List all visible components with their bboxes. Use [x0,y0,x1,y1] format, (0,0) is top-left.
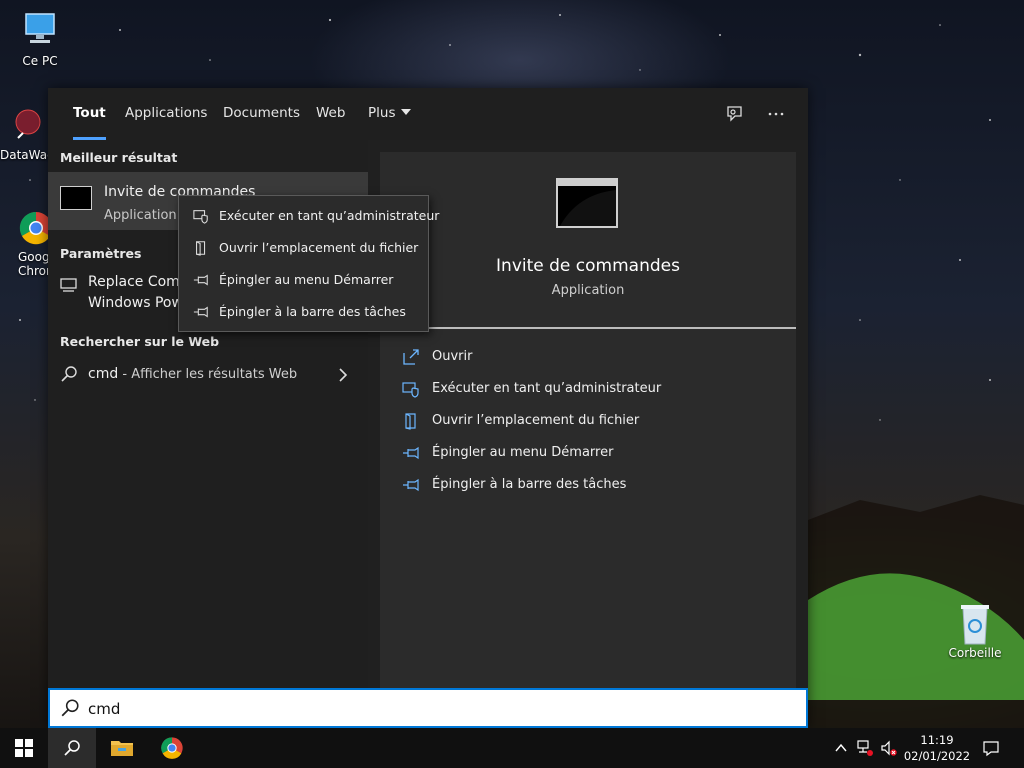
context-open-file-location-label: Ouvrir l’emplacement du fichier [219,240,419,255]
network-icon[interactable] [856,739,874,757]
pin-icon [193,274,208,286]
file-location-icon [405,413,416,430]
command-prompt-large-icon [556,178,618,228]
more-options-icon[interactable] [766,104,786,124]
web-result-item[interactable]: cmd - Afficher les résultats Web [48,360,368,390]
search-input[interactable] [88,699,788,719]
preview-subtitle: Application [551,283,625,298]
search-icon [61,699,79,717]
start-button[interactable] [0,728,48,768]
context-pin-to-taskbar-label: Épingler à la barre des tâches [219,304,406,319]
tab-more-label: Plus [368,105,396,121]
volume-muted-icon[interactable] [880,739,898,757]
desktop-icon-datawag[interactable]: DataWag [0,108,48,162]
taskbar-file-explorer[interactable] [98,728,146,768]
computer-icon [20,10,60,50]
chrome-icon [14,206,52,246]
desktop-icon-label: DataWag [0,148,48,162]
desktop-icon-label: Corbeille [948,646,1002,660]
settings-result-line2: Windows Pow [88,295,183,311]
windows-logo-icon [15,739,33,757]
desktop-icon-label: Chron [18,264,48,278]
desktop-icon-label: Goog [18,250,48,264]
desktop-icon-label: Ce PC [22,54,58,68]
search-box [48,688,808,728]
web-result-query: cmd [88,366,119,382]
desktop-icon-recycle-bin[interactable]: Corbeille [937,602,1013,660]
recycle-bin-icon [955,602,995,645]
chrome-icon [161,737,183,759]
chevron-down-icon [401,109,412,115]
tab-all[interactable]: Tout [73,88,106,140]
search-icon [60,365,78,383]
context-open-file-location[interactable]: Ouvrir l’emplacement du fichier [179,232,428,264]
open-icon [403,349,419,365]
context-pin-to-start[interactable]: Épingler au menu Démarrer [179,264,428,296]
clock-time: 11:19 [920,733,954,747]
clock-date: 02/01/2022 [903,749,971,763]
action-open-file-location-label: Ouvrir l’emplacement du fichier [432,413,640,428]
monitor-icon [60,276,78,294]
best-result-subtitle: Application [104,208,177,223]
web-result-suffix: - Afficher les résultats Web [118,367,298,382]
file-location-icon [196,241,206,256]
preview-divider [380,327,796,329]
desktop-icon-this-pc[interactable]: Ce PC [2,10,78,68]
context-pin-to-taskbar[interactable]: Épingler à la barre des tâches [179,296,428,328]
taskbar: 11:19 02/01/2022 [0,728,1024,768]
pin-icon [403,478,419,492]
context-menu: Exécuter en tant qu’administrateur Ouvri… [178,195,439,332]
action-pin-to-taskbar-label: Épingler à la barre des tâches [432,477,627,492]
action-open-label: Ouvrir [432,349,473,364]
section-web-search: Rechercher sur le Web [60,334,220,349]
tab-applications[interactable]: Applications [125,88,207,140]
pin-icon [193,306,208,318]
datawag-icon [12,108,42,144]
shield-icon [402,382,419,398]
chevron-right-icon[interactable] [334,366,352,384]
action-pin-to-start-label: Épingler au menu Démarrer [432,445,614,460]
search-tabs: Tout Applications Documents Web Plus [48,88,808,140]
shield-icon [193,210,208,224]
tab-more[interactable]: Plus [368,88,412,140]
preview-title: Invite de commandes [496,256,680,276]
context-run-as-admin-label: Exécuter en tant qu’administrateur [219,208,440,223]
search-panel: Tout Applications Documents Web Plus Mei… [48,88,808,728]
tab-web[interactable]: Web [316,88,345,140]
folder-icon [111,741,133,756]
taskbar-clock[interactable]: 11:19 02/01/2022 [902,732,972,764]
notifications-icon[interactable] [982,739,1000,757]
search-icon [64,740,80,756]
command-prompt-icon [60,186,92,210]
desktop-icon-google-chrome[interactable]: Goog Chron [0,206,52,278]
section-best-result: Meilleur résultat [60,150,178,165]
feedback-icon[interactable] [724,104,744,124]
taskbar-chrome[interactable] [148,728,196,768]
preview-pane: Invite de commandes Application Ouvrir E… [380,152,796,688]
taskbar-search-button[interactable] [48,728,96,768]
section-settings: Paramètres [60,246,142,261]
context-pin-to-start-label: Épingler au menu Démarrer [219,272,394,287]
action-run-as-admin-label: Exécuter en tant qu’administrateur [432,381,662,396]
tab-documents[interactable]: Documents [223,88,300,140]
web-result-text: cmd - Afficher les résultats Web [88,366,297,382]
context-run-as-admin[interactable]: Exécuter en tant qu’administrateur [179,200,439,232]
show-hidden-icons-icon[interactable] [834,741,848,755]
pin-icon [403,446,419,460]
